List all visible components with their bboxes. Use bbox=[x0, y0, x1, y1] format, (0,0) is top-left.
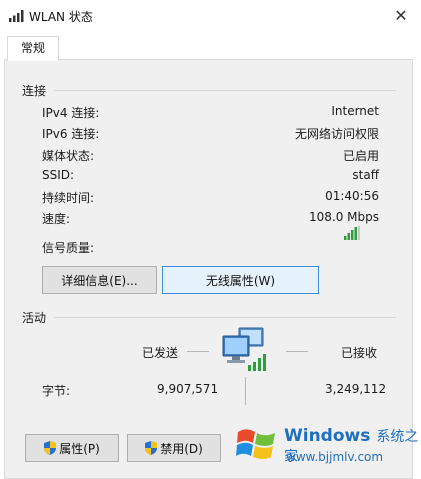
ssid-value: staff bbox=[352, 168, 379, 182]
properties-button-label: 属性(P) bbox=[59, 441, 100, 456]
activity-divider bbox=[54, 317, 396, 318]
connection-heading: 连接 bbox=[22, 84, 47, 98]
network-computers-icon bbox=[222, 327, 266, 371]
disable-button[interactable]: 禁用(D) bbox=[127, 434, 221, 462]
duration-value: 01:40:56 bbox=[325, 189, 379, 203]
wireless-properties-button[interactable]: 无线属性(W) bbox=[162, 266, 319, 294]
sent-line bbox=[187, 351, 209, 352]
ipv4-label: IPv4 连接: bbox=[42, 106, 100, 120]
watermark-brand-name: Windows bbox=[284, 426, 371, 446]
connection-divider bbox=[54, 90, 396, 91]
speed-label: 速度: bbox=[42, 212, 71, 226]
received-label: 已接收 bbox=[341, 346, 378, 360]
title-bar: WLAN 状态 ✕ bbox=[0, 0, 421, 32]
sent-label: 已发送 bbox=[142, 346, 179, 360]
speed-value: 108.0 Mbps bbox=[308, 210, 379, 224]
close-button[interactable]: ✕ bbox=[381, 0, 421, 30]
details-button[interactable]: 详细信息(E)... bbox=[42, 266, 157, 294]
activity-heading: 活动 bbox=[22, 311, 47, 325]
signal-bar bbox=[347, 233, 350, 240]
uac-shield-icon bbox=[145, 441, 158, 455]
bytes-separator bbox=[245, 377, 246, 405]
ipv6-label: IPv6 连接: bbox=[42, 127, 100, 141]
media-state-label: 媒体状态: bbox=[42, 149, 95, 163]
uac-shield-icon bbox=[44, 441, 57, 455]
ipv6-value: 无网络访问权限 bbox=[294, 127, 379, 141]
tab-strip: 常规 bbox=[0, 32, 421, 61]
disable-button-label: 禁用(D) bbox=[160, 441, 203, 456]
signal-bar bbox=[344, 236, 347, 240]
wifi-icon bbox=[9, 10, 24, 22]
signal-quality-label: 信号质量: bbox=[42, 241, 95, 255]
watermark-url: www.bjjmlv.com bbox=[286, 450, 384, 464]
ssid-label: SSID: bbox=[42, 168, 75, 182]
close-icon: ✕ bbox=[394, 5, 408, 25]
signal-bar-empty bbox=[358, 226, 360, 240]
ipv4-value: Internet bbox=[331, 104, 379, 118]
bytes-label: 字节: bbox=[42, 384, 71, 398]
duration-label: 持续时间: bbox=[42, 191, 95, 205]
properties-button[interactable]: 属性(P) bbox=[25, 434, 119, 462]
signal-bar bbox=[351, 230, 354, 240]
bytes-received-value: 3,249,112 bbox=[325, 382, 387, 396]
window-title: WLAN 状态 bbox=[29, 10, 93, 24]
signal-strength-icon bbox=[344, 226, 360, 240]
received-line bbox=[286, 351, 308, 352]
media-state-value: 已启用 bbox=[342, 149, 379, 163]
bytes-sent-value: 9,907,571 bbox=[157, 382, 219, 396]
signal-bar bbox=[354, 227, 357, 240]
windows-logo-icon bbox=[236, 429, 275, 459]
watermark: Windows 系统之家 www.bjjmlv.com bbox=[228, 418, 421, 471]
tab-general[interactable]: 常规 bbox=[7, 36, 59, 61]
